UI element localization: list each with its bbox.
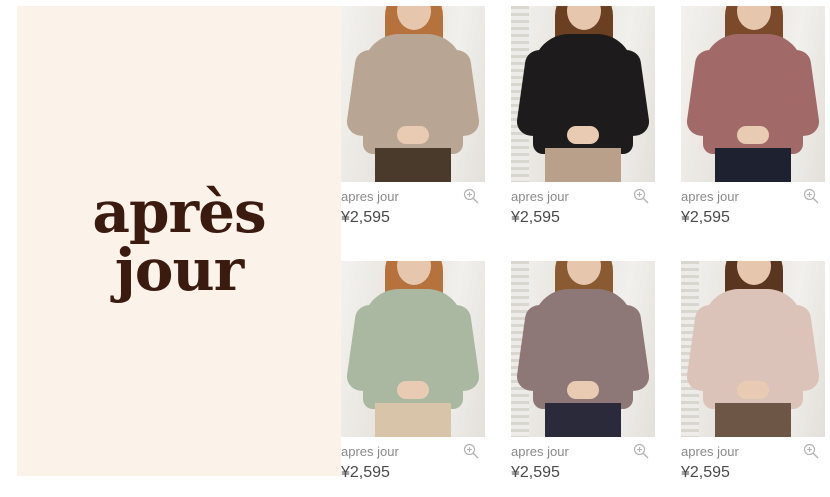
brand-logo-line1: après xyxy=(92,178,266,246)
product-image[interactable] xyxy=(681,6,825,182)
product-price: ¥2,595 xyxy=(511,209,560,226)
product-card[interactable]: apres jour ¥2,595 xyxy=(681,261,825,497)
brand-logo-line2: jour xyxy=(114,236,244,304)
product-brand[interactable]: apres jour xyxy=(681,444,739,459)
brand-banner[interactable]: après jour xyxy=(17,6,341,476)
product-price: ¥2,595 xyxy=(681,209,730,226)
product-card[interactable]: apres jour ¥2,595 xyxy=(681,6,825,242)
product-price: ¥2,595 xyxy=(511,464,560,481)
zoom-in-icon[interactable] xyxy=(803,188,819,204)
product-brand[interactable]: apres jour xyxy=(341,189,399,204)
zoom-in-icon[interactable] xyxy=(463,443,479,459)
product-grid: apres jour ¥2,595 apres jour ¥2,595 apre… xyxy=(341,6,830,483)
brand-logo: après jour xyxy=(92,178,266,304)
product-card[interactable]: apres jour ¥2,595 xyxy=(341,6,485,242)
product-card[interactable]: apres jour ¥2,595 xyxy=(341,261,485,497)
product-brand[interactable]: apres jour xyxy=(681,189,739,204)
product-image[interactable] xyxy=(511,261,655,437)
product-price: ¥2,595 xyxy=(341,209,390,226)
product-price: ¥2,595 xyxy=(341,464,390,481)
product-card[interactable]: apres jour ¥2,595 xyxy=(511,6,655,242)
product-image[interactable] xyxy=(341,261,485,437)
product-image[interactable] xyxy=(511,6,655,182)
product-price: ¥2,595 xyxy=(681,464,730,481)
zoom-in-icon[interactable] xyxy=(803,443,819,459)
zoom-in-icon[interactable] xyxy=(633,188,649,204)
product-brand[interactable]: apres jour xyxy=(341,444,399,459)
zoom-in-icon[interactable] xyxy=(633,443,649,459)
zoom-in-icon[interactable] xyxy=(463,188,479,204)
product-card[interactable]: apres jour ¥2,595 xyxy=(511,261,655,497)
product-brand[interactable]: apres jour xyxy=(511,189,569,204)
product-image[interactable] xyxy=(681,261,825,437)
product-image[interactable] xyxy=(341,6,485,182)
product-brand[interactable]: apres jour xyxy=(511,444,569,459)
